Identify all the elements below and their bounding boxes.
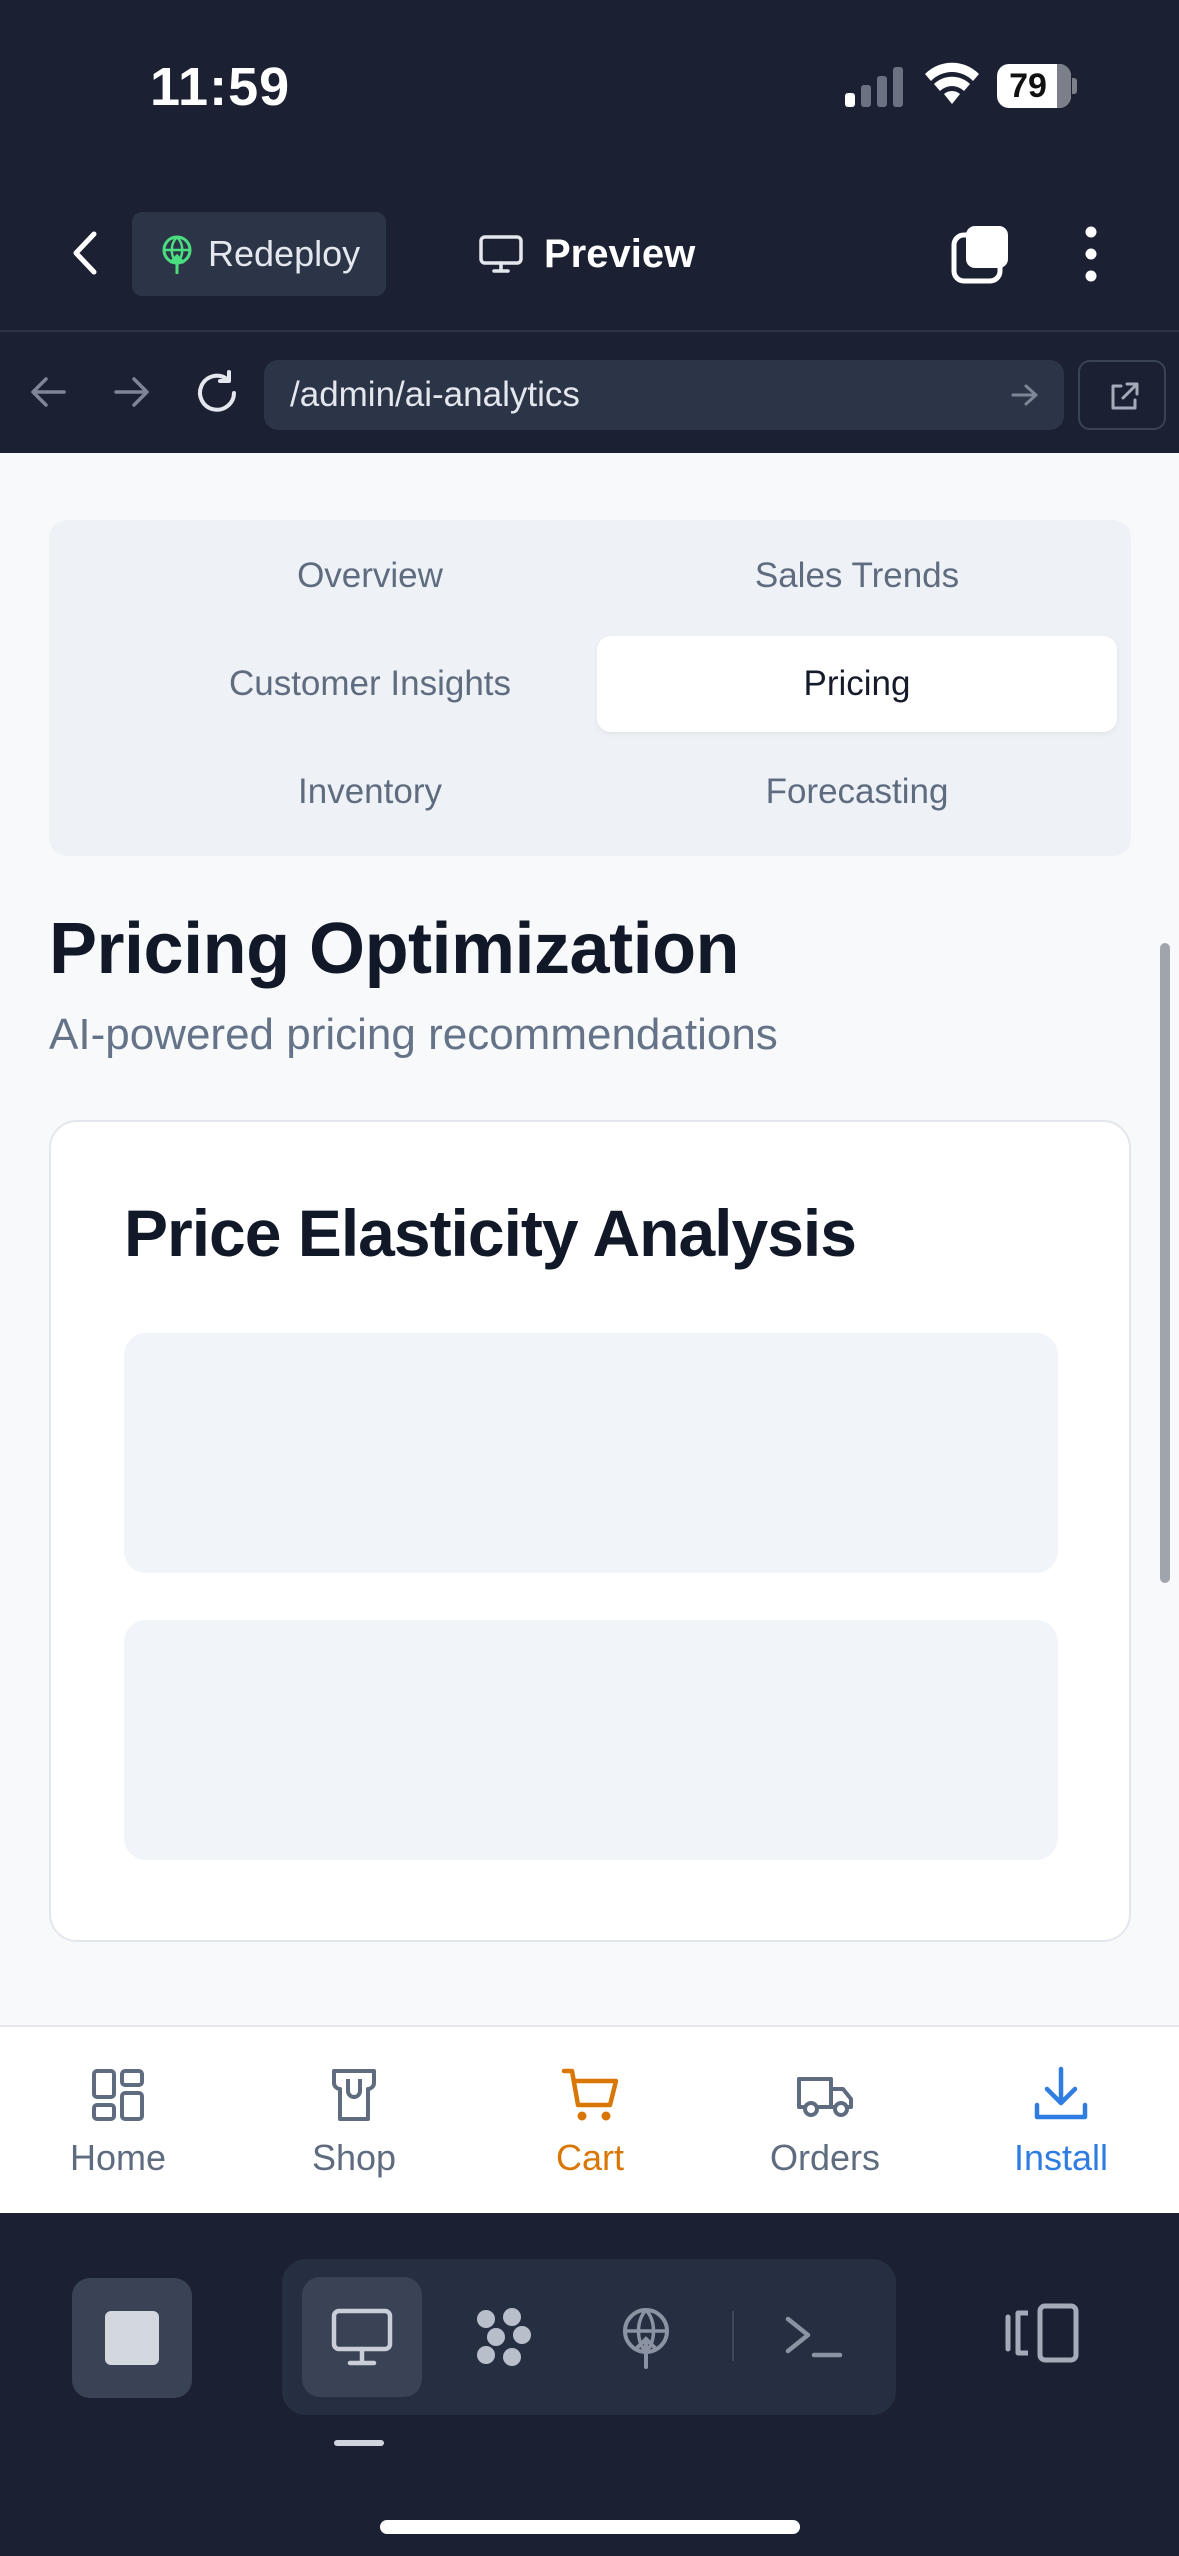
monitor-icon — [331, 2308, 393, 2366]
arrow-left-icon[interactable] — [28, 374, 68, 410]
home-indicator[interactable] — [380, 2520, 800, 2534]
nav-install[interactable]: Install — [943, 2027, 1179, 2215]
tabs-icon[interactable] — [950, 223, 1012, 285]
dock-deploy-button[interactable] — [586, 2277, 706, 2397]
preview-button[interactable]: Preview — [478, 212, 718, 296]
scrollbar[interactable] — [1160, 943, 1170, 1583]
loading-skeleton — [124, 1620, 1058, 1860]
reload-icon[interactable] — [194, 370, 240, 416]
dev-dock — [0, 2213, 1179, 2556]
nav-install-label: Install — [1013, 2137, 1109, 2178]
browser-bar: /admin/ai-analytics — [0, 330, 1179, 453]
preview-label: Preview — [544, 232, 696, 276]
dock-terminal-button[interactable] — [754, 2277, 874, 2397]
tab-overview[interactable]: Overview — [110, 528, 630, 624]
page-content: Overview Sales Trends Customer Insights … — [0, 453, 1179, 2025]
tab-customer-insights[interactable]: Customer Insights — [110, 636, 630, 732]
redeploy-label: Redeploy — [208, 233, 361, 274]
download-icon — [1034, 2066, 1088, 2120]
truck-icon — [797, 2077, 853, 2117]
page-subtitle: AI-powered pricing recommendations — [49, 1010, 778, 1059]
globe-upload-icon — [623, 2308, 669, 2369]
back-chevron-icon[interactable] — [58, 222, 114, 284]
page-title: Pricing Optimization — [49, 909, 740, 989]
cart-icon — [561, 2068, 619, 2121]
nav-cart-label: Cart — [555, 2137, 624, 2178]
external-link-icon — [1111, 382, 1139, 410]
cellular-signal-icon — [845, 67, 903, 107]
redeploy-button[interactable]: Redeploy — [132, 212, 386, 296]
nav-home[interactable]: Home — [0, 2027, 236, 2215]
url-text: /admin/ai-analytics — [290, 375, 580, 414]
battery-icon: 79 — [997, 64, 1077, 108]
dock-agent-button[interactable] — [444, 2277, 564, 2397]
bottom-nav: Home Shop Cart Orders Install — [0, 2025, 1179, 2213]
wifi-icon — [925, 62, 979, 104]
stop-icon — [105, 2311, 159, 2365]
loading-skeleton — [124, 1333, 1058, 1573]
nav-home-label: Home — [69, 2137, 167, 2178]
globe-upload-icon — [162, 235, 192, 274]
agent-icon — [477, 2308, 531, 2366]
tab-sales-trends[interactable]: Sales Trends — [597, 528, 1117, 624]
tab-inventory[interactable]: Inventory — [110, 744, 630, 840]
nav-cart[interactable]: Cart — [472, 2027, 708, 2215]
monitor-icon — [479, 235, 523, 273]
grid-icon — [92, 2069, 144, 2121]
dock-divider — [732, 2311, 734, 2361]
more-vertical-icon[interactable] — [1076, 223, 1106, 285]
terminal-icon — [785, 2316, 843, 2358]
active-tab-indicator — [334, 2440, 384, 2446]
go-arrow-icon[interactable] — [1010, 382, 1040, 408]
nav-orders-label: Orders — [769, 2137, 881, 2178]
dock-tool-group — [282, 2259, 896, 2415]
arrow-right-icon[interactable] — [112, 374, 152, 410]
nav-shop[interactable]: Shop — [236, 2027, 472, 2215]
status-bar: 11:59 79 — [0, 0, 1179, 175]
nav-shop-label: Shop — [311, 2137, 397, 2178]
dock-preview-button[interactable] — [302, 2277, 422, 2397]
split-view-icon[interactable] — [1004, 2303, 1080, 2363]
url-bar[interactable]: /admin/ai-analytics — [264, 360, 1064, 430]
price-elasticity-card: Price Elasticity Analysis — [49, 1120, 1131, 1942]
stop-button[interactable] — [72, 2278, 192, 2398]
nav-orders[interactable]: Orders — [707, 2027, 943, 2215]
tab-forecasting[interactable]: Forecasting — [597, 744, 1117, 840]
status-time: 11:59 — [150, 57, 291, 117]
tab-pricing[interactable]: Pricing — [597, 636, 1117, 732]
app-header: Redeploy Preview — [0, 175, 1179, 330]
shop-icon — [332, 2069, 376, 2121]
analytics-tabs: Overview Sales Trends Customer Insights … — [49, 520, 1131, 856]
open-external-button[interactable] — [1078, 360, 1166, 430]
card-title: Price Elasticity Analysis — [124, 1196, 857, 1270]
battery-level: 79 — [1009, 67, 1047, 105]
